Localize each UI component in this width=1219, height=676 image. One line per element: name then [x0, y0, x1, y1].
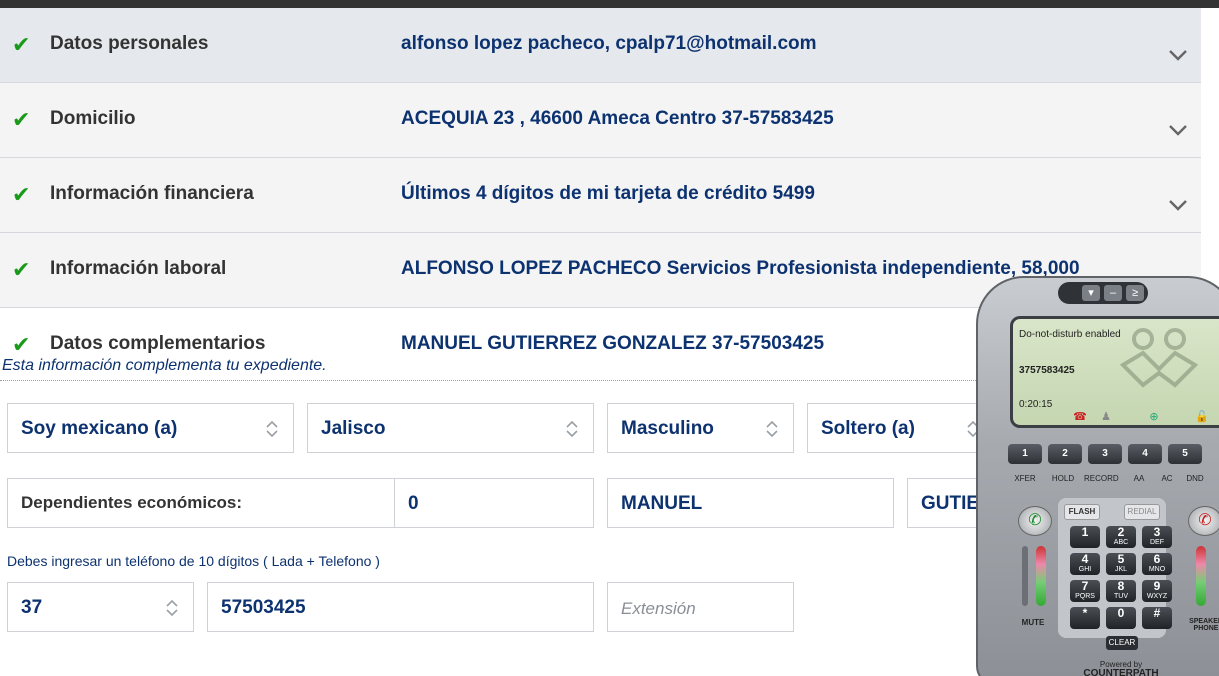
line-button-1[interactable]: 1 — [1008, 444, 1042, 464]
dnd-button[interactable]: DND — [1178, 474, 1212, 488]
check-icon: ✔ — [12, 332, 31, 357]
key-9[interactable]: 9 WXYZ — [1142, 580, 1172, 602]
section-note: Esta información complementa tu expedien… — [2, 357, 327, 374]
lock-icon: 🔓 — [1195, 411, 1209, 423]
speaker-level-meter — [1196, 546, 1206, 606]
speakerphone-button[interactable]: SPEAKER PHONE — [1186, 618, 1219, 648]
chevron-down-icon[interactable] — [1168, 198, 1188, 212]
section-label: Domicilio — [50, 108, 136, 129]
section-label: Información financiera — [50, 183, 254, 204]
minimize-icon[interactable]: – — [1104, 285, 1122, 301]
check-icon: ✔ — [12, 107, 31, 132]
line-button-3[interactable]: 3 — [1088, 444, 1122, 464]
lada-select[interactable]: 37 — [7, 582, 194, 632]
chevron-down-icon[interactable] — [1168, 48, 1188, 62]
updown-arrows-icon — [565, 419, 579, 439]
softphone-widget[interactable]: ▾ – ≥ Do-not-disturb enabled 3757583425 … — [976, 276, 1219, 676]
updown-arrows-icon — [165, 598, 179, 618]
check-icon: ✔ — [12, 182, 31, 207]
brand-name: COUNTERPATH — [1083, 668, 1159, 676]
dependents-label: Dependientes económicos: — [21, 493, 243, 512]
key-2[interactable]: 2 ABC — [1106, 526, 1136, 548]
divider — [0, 380, 1000, 381]
gender-select[interactable]: Masculino — [607, 403, 794, 453]
key-6[interactable]: 6 MNO — [1142, 553, 1172, 575]
section-value: alfonso lopez pacheco, cpalp71@hotmail.c… — [401, 33, 817, 54]
mic-volume-slider[interactable] — [1022, 546, 1028, 606]
updown-arrows-icon — [265, 419, 279, 439]
record-button[interactable]: RECORD — [1084, 474, 1119, 488]
active-number: 3757583425 — [1019, 365, 1075, 376]
line-button-2[interactable]: 2 — [1048, 444, 1082, 464]
section-datos-personales[interactable]: ✔ Datos personales alfonso lopez pacheco… — [0, 8, 1201, 83]
hangup-icon[interactable]: ✆ — [1188, 506, 1219, 536]
brand-label: Powered by COUNTERPATH — [1076, 660, 1166, 676]
key-0[interactable]: 0 — [1106, 607, 1136, 629]
top-bar — [0, 0, 1219, 8]
mic-level-meter — [1036, 546, 1046, 606]
flash-button[interactable]: FLASH — [1064, 504, 1100, 520]
dependents-value: 0 — [408, 493, 419, 514]
nationality-value: Soy mexicano (a) — [21, 418, 178, 439]
collapse-icon[interactable]: ≥ — [1126, 285, 1144, 301]
phone-hint: Debes ingresar un teléfono de 10 dígitos… — [7, 553, 380, 569]
dropdown-icon[interactable]: ▾ — [1082, 285, 1100, 301]
dependents-label-box: Dependientes económicos: — [7, 478, 395, 528]
call-icon[interactable]: ✆ — [1018, 506, 1052, 536]
phone-status-icon: ☎ — [1073, 411, 1087, 423]
person-icon: ♟ — [1101, 411, 1111, 423]
reference-name-value: MANUEL — [621, 493, 703, 514]
extension-input[interactable]: Extensión — [607, 582, 794, 632]
reference-name-input[interactable]: MANUEL — [607, 478, 894, 528]
state-value: Jalisco — [321, 418, 386, 439]
redial-button[interactable]: REDIAL — [1124, 504, 1160, 520]
softphone-display: Do-not-disturb enabled 3757583425 0:20:1… — [1010, 316, 1219, 428]
section-label: Datos complementarios — [50, 333, 266, 354]
section-value: MANUEL GUTIERREZ GONZALEZ 37-57503425 — [401, 333, 825, 354]
key-7[interactable]: 7 PQRS — [1070, 580, 1100, 602]
marital-value: Soltero (a) — [821, 418, 915, 439]
phone-value: 57503425 — [221, 597, 306, 618]
key-3[interactable]: 3 DEF — [1142, 526, 1172, 548]
softphone-window-controls: ▾ – ≥ — [1058, 282, 1148, 304]
phone-input[interactable]: 57503425 — [207, 582, 594, 632]
clear-button[interactable]: CLEAR — [1106, 636, 1138, 650]
nationality-select[interactable]: Soy mexicano (a) — [7, 403, 294, 453]
mute-button[interactable]: MUTE — [1016, 618, 1050, 648]
line-button-5[interactable]: 5 — [1168, 444, 1202, 464]
updown-arrows-icon — [765, 419, 779, 439]
gender-value: Masculino — [621, 418, 714, 439]
line-button-4[interactable]: 4 — [1128, 444, 1162, 464]
dependents-input[interactable]: 0 — [394, 478, 594, 528]
section-informacion-financiera[interactable]: ✔ Información financiera Últimos 4 dígit… — [0, 158, 1201, 233]
section-label: Información laboral — [50, 258, 227, 279]
extension-placeholder: Extensión — [621, 599, 696, 618]
key-8[interactable]: 8 TUV — [1106, 580, 1136, 602]
state-select[interactable]: Jalisco — [307, 403, 594, 453]
section-label: Datos personales — [50, 33, 209, 54]
softphone-logo-icon — [1119, 328, 1199, 388]
lada-value: 37 — [21, 597, 43, 618]
call-timer: 0:20:15 — [1019, 399, 1053, 410]
section-value: Últimos 4 dígitos de mi tarjeta de crédi… — [401, 183, 815, 204]
key-hash[interactable]: # — [1142, 607, 1172, 629]
status-text: Do-not-disturb enabled — [1019, 329, 1121, 340]
check-icon: ✔ — [12, 32, 31, 57]
key-5[interactable]: 5 JKL — [1106, 553, 1136, 575]
add-contact-icon: ⊕ — [1149, 411, 1159, 423]
section-value: ACEQUIA 23 , 46600 Ameca Centro 37-57583… — [401, 108, 834, 129]
marital-status-select[interactable]: Soltero (a) — [807, 403, 997, 453]
key-1[interactable]: 1 — [1070, 526, 1100, 548]
key-4[interactable]: 4 GHI — [1070, 553, 1100, 575]
check-icon: ✔ — [12, 257, 31, 282]
xfer-button[interactable]: XFER — [1008, 474, 1042, 488]
chevron-down-icon[interactable] — [1168, 123, 1188, 137]
section-domicilio[interactable]: ✔ Domicilio ACEQUIA 23 , 46600 Ameca Cen… — [0, 83, 1201, 158]
hold-button[interactable]: HOLD — [1046, 474, 1080, 488]
key-star[interactable]: * — [1070, 607, 1100, 629]
